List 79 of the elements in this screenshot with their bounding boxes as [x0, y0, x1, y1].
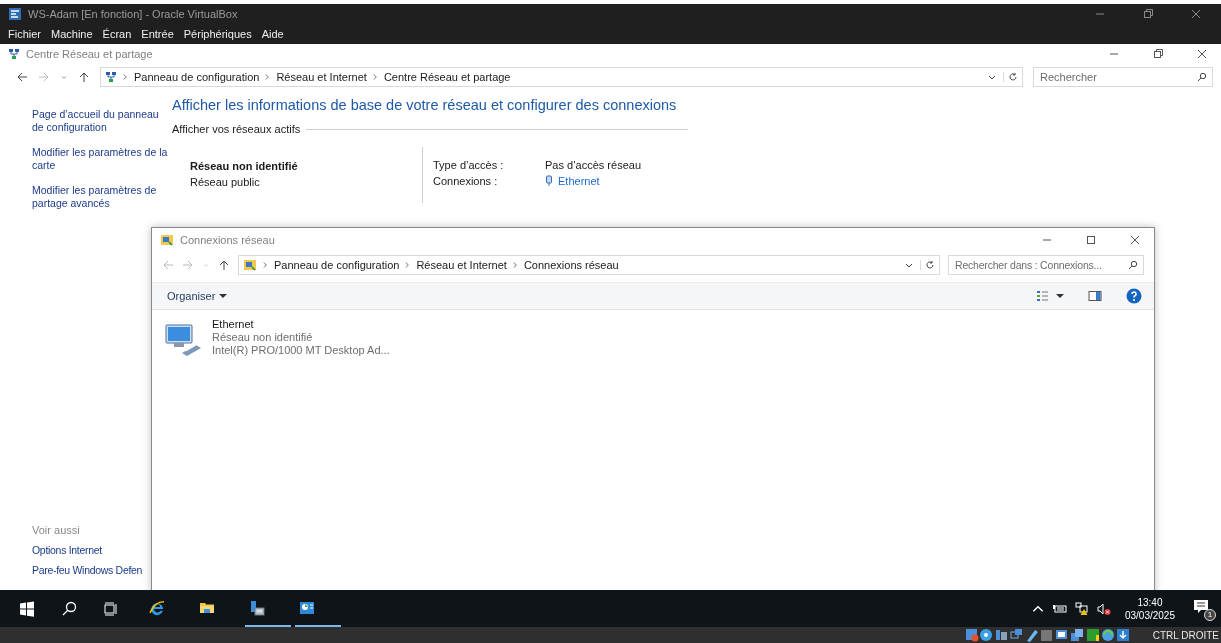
- address-bar[interactable]: Panneau de configuration Réseau et Internet Connexions réseau: [238, 255, 940, 275]
- network-panel-icon[interactable]: [299, 599, 315, 616]
- field-label: Type d’accès :: [433, 159, 505, 171]
- sidebar-link[interactable]: Page d’accueil du panneau de configuration: [32, 108, 172, 134]
- adapter-name[interactable]: Ethernet: [212, 318, 390, 330]
- windows-start-icon[interactable]: [19, 600, 35, 617]
- close-icon[interactable]: [1197, 49, 1207, 59]
- restore-icon[interactable]: [1153, 49, 1163, 59]
- speaker-muted-icon[interactable]: [1096, 601, 1111, 616]
- ethernet-icon: [545, 175, 553, 187]
- connection-link[interactable]: Ethernet: [558, 175, 600, 187]
- chevron-right-icon: [123, 73, 128, 81]
- chevron-right-icon: [405, 261, 411, 269]
- browser-e-icon[interactable]: [149, 599, 165, 616]
- caret-icon[interactable]: [1056, 293, 1064, 299]
- clock-time[interactable]: 13:40: [1137, 596, 1163, 608]
- page-heading: Afficher les informations de base de votre réseau et configurer des connexions: [172, 97, 678, 113]
- notification-button[interactable]: 1: [1193, 598, 1213, 619]
- breadcrumb-item[interactable]: Connexions réseau: [523, 259, 619, 271]
- task-view-icon[interactable]: [103, 600, 119, 617]
- window-title: WS-Adam [En fonction] - Oracle VirtualBox: [28, 8, 238, 20]
- breadcrumb-item[interactable]: Réseau et Internet: [416, 259, 507, 271]
- menu-item[interactable]: Écran: [102, 28, 132, 40]
- back-arrow-icon[interactable]: [16, 71, 28, 83]
- chevron-right-icon: [265, 73, 271, 81]
- search-icon[interactable]: [61, 600, 77, 617]
- see-also-heading: Voir aussi: [32, 524, 80, 536]
- up-arrow-icon[interactable]: [218, 259, 230, 271]
- close-icon[interactable]: [1191, 9, 1201, 19]
- field-label: Connexions :: [433, 175, 499, 187]
- clock-date[interactable]: 03/03/2025: [1124, 609, 1175, 621]
- menu-item[interactable]: Machine: [51, 28, 93, 40]
- sidebar-link[interactable]: Modifier les paramètres de la carte: [32, 146, 172, 172]
- maximize-icon[interactable]: [1086, 235, 1096, 245]
- help-icon[interactable]: [1126, 288, 1142, 304]
- adapter-status: Réseau non identifié: [212, 331, 314, 343]
- chevron-right-icon: [263, 261, 268, 269]
- search-field[interactable]: Rechercher dans : Connexions...: [948, 255, 1144, 275]
- search-icon: [1128, 260, 1138, 270]
- network-folder-icon: [160, 233, 174, 247]
- network-name: Réseau non identifié: [190, 160, 299, 172]
- network-icon: [8, 48, 20, 60]
- address-bar[interactable]: Panneau de configuration Réseau et Internet Centre Réseau et partage: [100, 67, 1023, 87]
- sidebar-link[interactable]: Modifier les paramètres de partage avancés: [32, 184, 172, 210]
- caret-icon: [219, 293, 228, 299]
- section-label: Afficher vos réseaux actifs: [172, 123, 301, 135]
- adapter-device: Intel(R) PRO/1000 MT Desktop Ad...: [212, 344, 390, 356]
- organize-menu[interactable]: Organiser: [167, 290, 228, 302]
- server-manager-icon[interactable]: [249, 599, 265, 616]
- network-category: Réseau public: [190, 176, 261, 188]
- search-field[interactable]: Rechercher: [1033, 67, 1213, 87]
- network-folder-icon: [243, 258, 257, 272]
- network-icon: [105, 71, 117, 83]
- window-title: Connexions réseau: [180, 234, 275, 246]
- network-warning-icon[interactable]: [1074, 601, 1089, 616]
- chevron-right-icon: [512, 261, 518, 269]
- close-icon[interactable]: [1130, 235, 1140, 245]
- up-arrow-icon[interactable]: [78, 71, 90, 83]
- sidebar-link[interactable]: Options Internet: [32, 544, 102, 556]
- breadcrumb-item[interactable]: Panneau de configuration: [134, 71, 260, 83]
- window-title: Centre Réseau et partage: [26, 48, 153, 60]
- refresh-icon[interactable]: [920, 260, 935, 270]
- menu-item[interactable]: Périphériques: [183, 28, 252, 40]
- field-value: Pas d’accès réseau: [545, 159, 641, 171]
- virtualbox-icon: [8, 7, 22, 21]
- host-key-label: CTRL DROITE: [1152, 629, 1219, 641]
- restore-icon[interactable]: [1143, 9, 1153, 19]
- menu-item[interactable]: Fichier: [8, 28, 41, 40]
- view-options-icon[interactable]: [1036, 289, 1050, 303]
- menu-item[interactable]: Entrée: [141, 28, 174, 40]
- search-icon: [1197, 72, 1207, 82]
- menu-item[interactable]: Aide: [261, 28, 284, 40]
- sidebar-link[interactable]: Pare-feu Windows Defen: [32, 564, 143, 576]
- refresh-icon[interactable]: [1003, 72, 1018, 82]
- breadcrumb-item[interactable]: Centre Réseau et partage: [383, 71, 511, 83]
- breadcrumb-item[interactable]: Réseau et Internet: [276, 71, 367, 83]
- breadcrumb-item[interactable]: Panneau de configuration: [274, 259, 400, 271]
- chevron-right-icon: [372, 73, 378, 81]
- preview-pane-icon[interactable]: [1088, 289, 1102, 303]
